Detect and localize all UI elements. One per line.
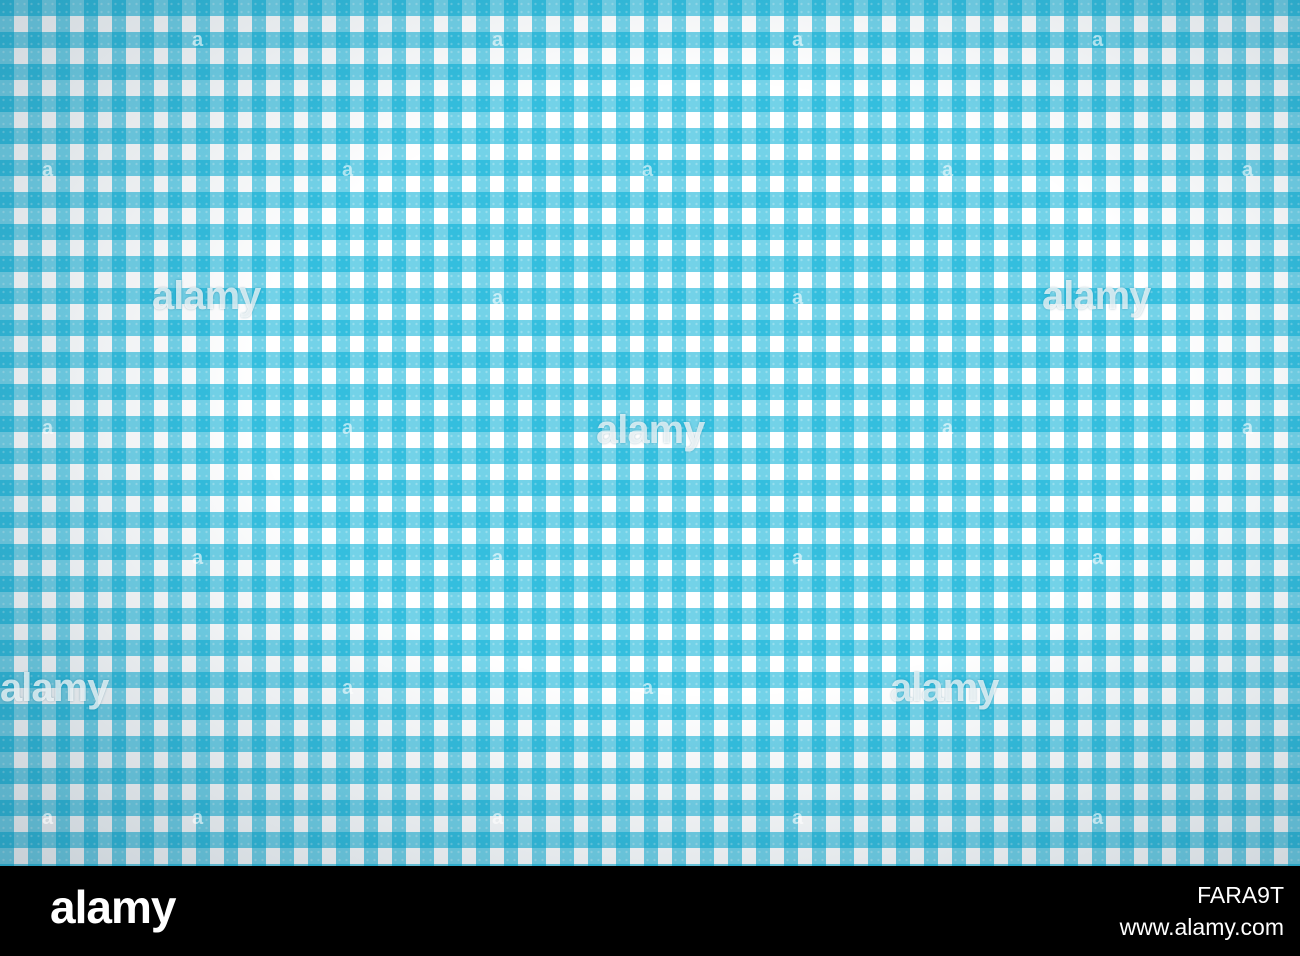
photo-vignette <box>0 0 1300 866</box>
gingham-fabric-photo: alamy alamy alamy alamy alamy a a a a a … <box>0 0 1300 866</box>
alamy-logo: alamy <box>50 881 176 933</box>
site-url: www.alamy.com <box>1119 914 1284 940</box>
image-id: FARA9T <box>1197 882 1284 908</box>
stock-footer-bar: alamy FARA9T www.alamy.com <box>0 866 1300 956</box>
stock-photo-frame: alamy alamy alamy alamy alamy a a a a a … <box>0 0 1300 956</box>
